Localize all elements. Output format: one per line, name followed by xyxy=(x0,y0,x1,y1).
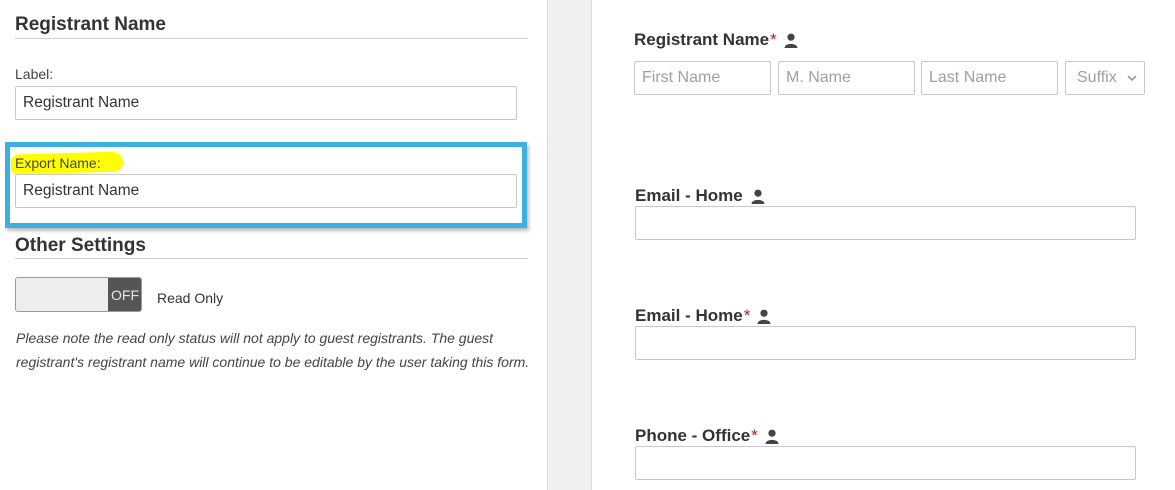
label-input[interactable] xyxy=(15,86,517,120)
email-home-label: Email - Home xyxy=(635,186,765,206)
export-name-caption: Export Name: xyxy=(15,155,101,171)
email-home-input[interactable] xyxy=(635,206,1136,240)
question-text: Phone - Office xyxy=(635,426,751,445)
field-settings-panel: Registrant Name Label: Export Name: Othe… xyxy=(0,0,547,490)
required-asterisk: * xyxy=(770,30,777,49)
person-icon xyxy=(765,429,779,444)
phone-office-input[interactable] xyxy=(635,446,1136,480)
required-asterisk: * xyxy=(743,306,751,325)
phone-office-label: Phone - Office * xyxy=(635,426,779,446)
read-only-label: Read Only xyxy=(157,290,224,306)
question-text: Registrant Name xyxy=(634,30,770,49)
read-only-note: Please note the read only status will no… xyxy=(16,330,530,370)
middle-name-input[interactable] xyxy=(778,61,915,95)
toggle-state: OFF xyxy=(108,278,141,311)
first-name-input[interactable] xyxy=(634,61,771,95)
read-only-toggle[interactable]: OFF xyxy=(15,277,142,312)
registrant-name-label: Registrant Name * xyxy=(634,30,798,50)
settings-title: Registrant Name xyxy=(15,14,166,35)
question-text: Email - Home xyxy=(635,306,743,325)
suffix-placeholder: Suffix xyxy=(1077,69,1117,86)
divider-line xyxy=(15,38,528,39)
label-caption: Label: xyxy=(15,66,54,82)
chevron-down-icon xyxy=(1127,75,1137,82)
divider-line xyxy=(15,258,528,259)
person-icon xyxy=(751,189,765,204)
email-home-required-input[interactable] xyxy=(635,326,1136,360)
person-icon xyxy=(784,33,798,48)
question-text: Email - Home xyxy=(635,186,743,205)
person-icon xyxy=(757,309,771,324)
suffix-select[interactable]: Suffix xyxy=(1065,61,1145,95)
last-name-input[interactable] xyxy=(921,61,1058,95)
email-home-required-label: Email - Home * xyxy=(635,306,771,326)
toggle-track xyxy=(16,278,108,311)
panel-divider xyxy=(547,0,592,490)
export-name-input[interactable] xyxy=(15,174,517,208)
other-settings-title: Other Settings xyxy=(15,235,146,256)
required-asterisk: * xyxy=(751,426,758,445)
